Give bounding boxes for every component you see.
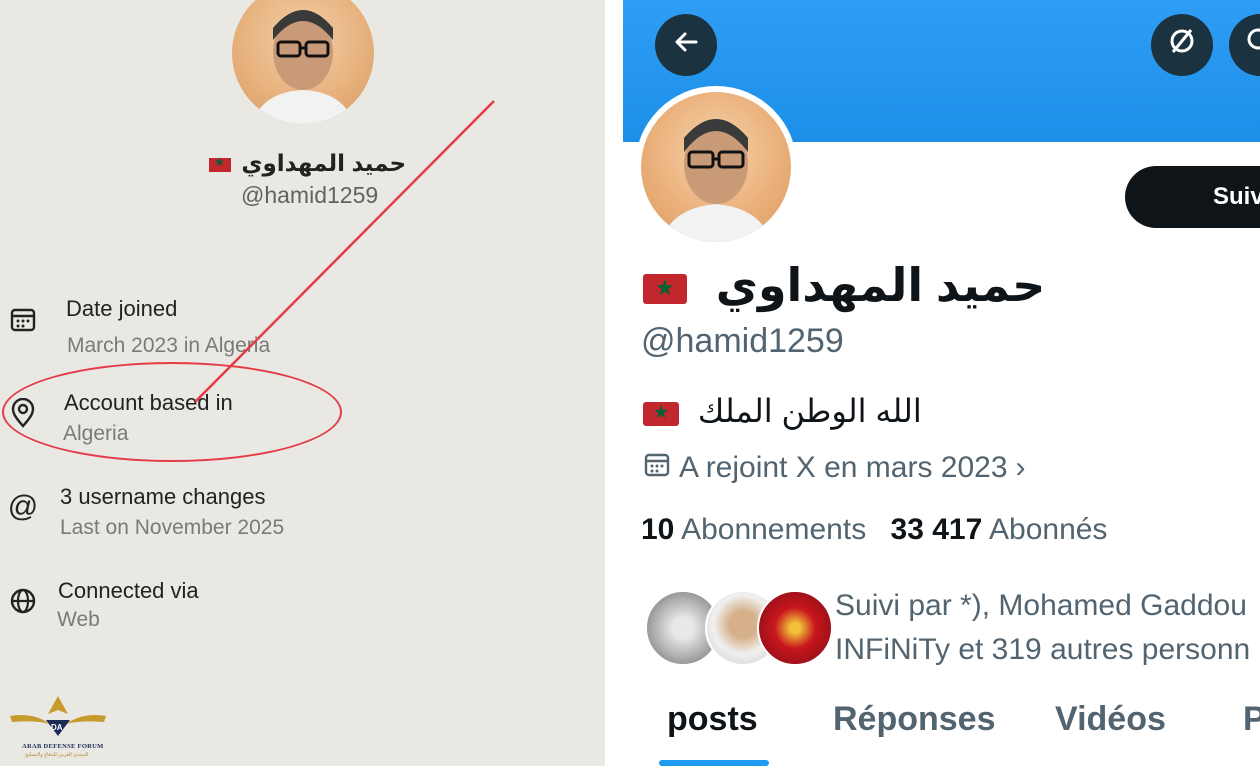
followed-by-text[interactable]: Suivi par *), Mohamed Gaddou INFiNiTy et…: [835, 584, 1250, 672]
morocco-flag-icon: [643, 273, 687, 304]
detail-value: March 2023 in Algeria: [67, 334, 271, 357]
joined-text: A rejoint X en mars 2023: [679, 451, 1008, 484]
morocco-flag-icon: [209, 155, 231, 172]
detail-title: Connected via: [58, 578, 199, 603]
profile-avatar-large[interactable]: [635, 86, 797, 248]
user-handle: @hamid1259: [641, 322, 844, 360]
followers-link[interactable]: 33 417 Abonnés: [891, 513, 1108, 546]
profile-avatar[interactable]: [232, 0, 374, 124]
arab-defense-forum-logo: DA ARAB DEFENSE FORUM المنتدى العربي للد…: [8, 690, 108, 762]
morocco-flag-icon: [643, 401, 679, 426]
globe-icon: [8, 586, 38, 616]
left-screenshot-panel: حميد المهداوي @hamid1259 Date joined Mar…: [0, 0, 605, 766]
grok-button[interactable]: [1151, 14, 1213, 76]
red-annotation-ellipse: [2, 362, 342, 462]
display-name-text: حميد المهداوي: [715, 259, 1046, 311]
tab-replies[interactable]: Réponses: [833, 700, 996, 739]
right-screenshot-panel: Suiv حميد المهداوي @hamid1259 الله الوطن…: [623, 0, 1260, 766]
display-name: حميد المهداوي: [205, 150, 406, 177]
follower-avatar[interactable]: [757, 590, 833, 666]
detail-value: Web: [57, 608, 100, 631]
detail-title: Date joined: [66, 296, 178, 321]
tab-posts[interactable]: posts: [667, 700, 758, 739]
search-icon: [1245, 26, 1260, 65]
followers-count: 33 417: [890, 513, 983, 546]
following-label: Abonnements: [681, 513, 867, 546]
watermark-text: ARAB DEFENSE FORUM: [22, 743, 104, 750]
user-handle: @hamid1259: [241, 182, 379, 208]
follow-stats: 10 Abonnements 33 417 Abonnés: [641, 513, 1107, 547]
watermark-subtext: المنتدى العربي للدفاع والتسليح: [25, 752, 89, 758]
following-count: 10: [641, 513, 675, 546]
grok-slash-circle-icon: [1167, 26, 1197, 65]
active-tab-indicator: [659, 760, 769, 766]
tab-more[interactable]: P: [1243, 700, 1260, 739]
chevron-right-icon: ›: [1015, 451, 1026, 484]
joined-date-link[interactable]: A rejoint X en mars 2023 ›: [643, 450, 1026, 486]
detail-title: 3 username changes: [60, 484, 266, 509]
follow-button[interactable]: Suiv: [1125, 166, 1260, 228]
followed-by-line: Suivi par *), Mohamed Gaddou: [835, 589, 1247, 622]
profile-bio: الله الوطن الملك: [643, 392, 922, 430]
bio-text: الله الوطن الملك: [697, 393, 922, 429]
followed-by-line: INFiNiTy et 319 autres personn: [835, 633, 1251, 666]
svg-text:DA: DA: [51, 723, 63, 732]
tab-videos[interactable]: Vidéos: [1055, 700, 1166, 739]
display-name-text: حميد المهداوي: [241, 150, 407, 176]
calendar-icon: [643, 450, 671, 486]
detail-value: Last on November 2025: [60, 516, 285, 539]
back-arrow-icon: [672, 26, 700, 65]
display-name-large: حميد المهداوي: [643, 258, 1045, 312]
back-button[interactable]: [655, 14, 717, 76]
at-sign-icon: @: [7, 490, 39, 523]
following-link[interactable]: 10 Abonnements: [641, 513, 875, 546]
profile-tabs: posts Réponses Vidéos P: [623, 700, 1260, 766]
followers-label: Abonnés: [989, 513, 1108, 546]
calendar-icon: [8, 304, 38, 334]
